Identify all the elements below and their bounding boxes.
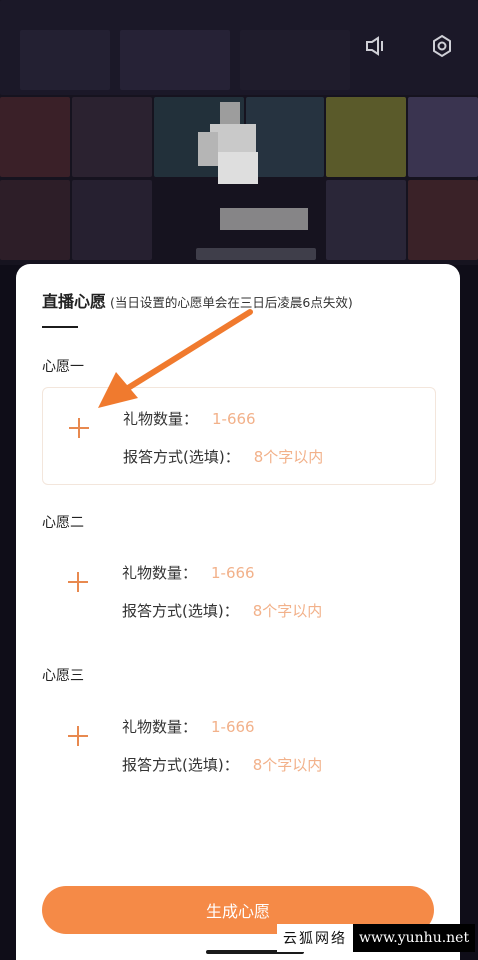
gift-count-field-2[interactable]: 礼物数量： 1-666 <box>122 562 255 583</box>
reply-method-label: 报答方式(选填)： <box>122 756 239 774</box>
wish-card-3: 礼物数量： 1-666 报答方式(选填)： 8个字以内 <box>42 696 434 792</box>
gift-count-field-1[interactable]: 礼物数量： 1-666 <box>123 408 256 429</box>
plus-icon[interactable] <box>68 572 88 592</box>
watermark: 云狐网络 www.yunhu.net <box>277 924 476 952</box>
wish-label-3: 心愿三 <box>42 668 84 684</box>
title-underline <box>42 326 78 328</box>
reply-method-placeholder: 8个字以内 <box>252 756 323 774</box>
gift-count-label: 礼物数量： <box>123 410 199 428</box>
wish-label-2: 心愿二 <box>42 515 84 531</box>
reply-method-field-2[interactable]: 报答方式(选填)： 8个字以内 <box>122 600 322 621</box>
sheet-header: 直播心愿 (当日设置的心愿单会在三日后凌晨6点失效) <box>42 288 353 312</box>
plus-icon[interactable] <box>68 726 88 746</box>
avatar-blurred <box>198 102 266 184</box>
watermark-text-cn: 云狐网络 <box>277 924 353 952</box>
gift-count-label: 礼物数量： <box>122 718 198 736</box>
reply-method-label: 报答方式(选填)： <box>123 448 240 466</box>
top-actions <box>358 28 460 64</box>
gift-count-placeholder: 1-666 <box>211 564 255 582</box>
speaker-icon[interactable] <box>358 28 394 64</box>
gift-count-field-3[interactable]: 礼物数量： 1-666 <box>122 716 255 737</box>
reply-method-field-1[interactable]: 报答方式(选填)： 8个字以内 <box>123 446 323 467</box>
sheet-title: 直播心愿 <box>42 292 107 311</box>
settings-gear-icon[interactable] <box>424 28 460 64</box>
gift-count-label: 礼物数量： <box>122 564 198 582</box>
gift-count-placeholder: 1-666 <box>211 718 255 736</box>
plus-icon[interactable] <box>69 418 89 438</box>
id-blurred <box>196 248 316 260</box>
reply-method-placeholder: 8个字以内 <box>252 602 323 620</box>
watermark-url: www.yunhu.net <box>353 924 476 952</box>
reply-method-placeholder: 8个字以内 <box>253 448 324 466</box>
reply-method-field-3[interactable]: 报答方式(选填)： 8个字以内 <box>122 754 322 775</box>
wish-label-1: 心愿一 <box>42 359 84 375</box>
wish-card-1: 礼物数量： 1-666 报答方式(选填)： 8个字以内 <box>42 387 436 485</box>
reply-method-label: 报答方式(选填)： <box>122 602 239 620</box>
expiry-hint: (当日设置的心愿单会在三日后凌晨6点失效) <box>110 295 353 310</box>
gift-count-placeholder: 1-666 <box>212 410 256 428</box>
name-blurred <box>220 208 308 230</box>
wish-card-2: 礼物数量： 1-666 报答方式(选填)： 8个字以内 <box>42 542 434 638</box>
wish-list-sheet: 直播心愿 (当日设置的心愿单会在三日后凌晨6点失效) 心愿一 礼物数量： 1-66… <box>16 264 460 960</box>
